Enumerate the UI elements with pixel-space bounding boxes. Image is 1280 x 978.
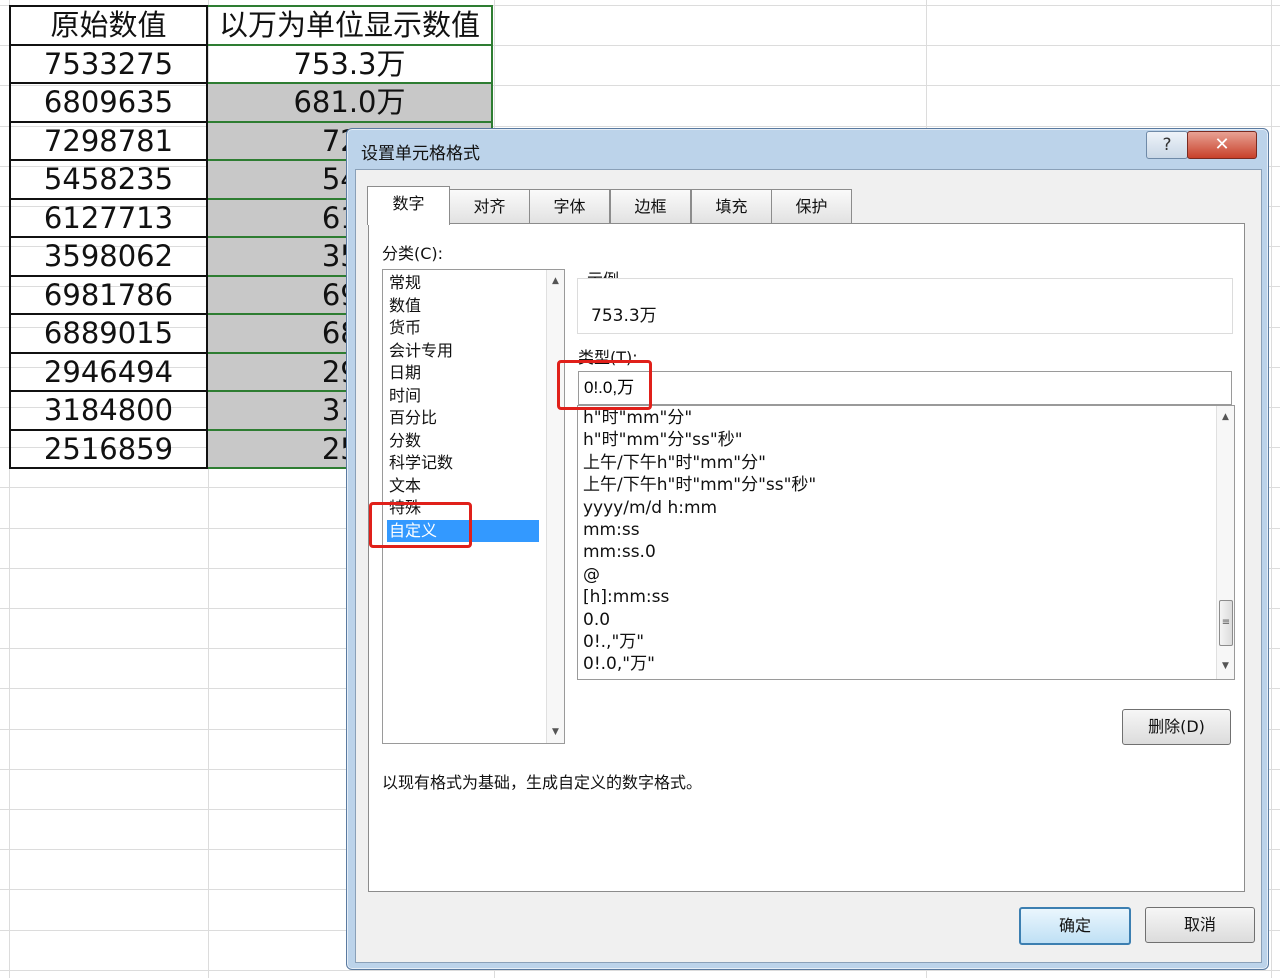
description-text: 以现有格式为基础，生成自定义的数字格式。 — [382, 773, 703, 792]
tab-alignment[interactable]: 对齐 — [449, 189, 530, 223]
format-cells-dialog: 设置单元格格式 ? ✕ 数字 对齐 字体 边框 填充 保护 分类(C): 常规数… — [346, 128, 1269, 970]
sample-value: 753.3万 — [591, 306, 657, 326]
category-item[interactable]: 百分比 — [387, 407, 539, 429]
tab-font[interactable]: 字体 — [529, 189, 610, 223]
format-item[interactable]: mm:ss — [583, 519, 640, 541]
cell-original-value[interactable]: 7533275 — [9, 43, 208, 84]
cell-original-value[interactable]: 3184800 — [9, 390, 208, 431]
category-item[interactable]: 文本 — [387, 475, 539, 497]
sample-box: 753.3万 — [577, 278, 1233, 334]
header-original-value[interactable]: 原始数值 — [9, 5, 208, 46]
cell-original-value[interactable]: 2946494 — [9, 351, 208, 392]
cancel-button[interactable]: 取消 — [1145, 907, 1255, 943]
category-item[interactable]: 分数 — [387, 430, 539, 452]
format-item[interactable]: yyyy/m/d h:mm — [583, 497, 717, 519]
category-scrollbar[interactable]: ▲ ▼ — [546, 270, 564, 743]
category-item[interactable]: 常规 — [387, 272, 539, 294]
category-item[interactable]: 日期 — [387, 362, 539, 384]
tab-border[interactable]: 边框 — [610, 189, 691, 223]
scroll-thumb[interactable]: ≡ — [1219, 600, 1233, 646]
category-item[interactable]: 数值 — [387, 295, 539, 317]
header-wan-value[interactable]: 以万为单位显示数值 — [206, 5, 493, 46]
scroll-up-icon[interactable]: ▲ — [547, 276, 564, 286]
cell-original-value[interactable]: 2516859 — [9, 428, 208, 469]
format-item[interactable]: 上午/下午h"时"mm"分" — [583, 452, 766, 474]
ok-button[interactable]: 确定 — [1019, 907, 1131, 945]
format-item[interactable]: @ — [583, 564, 600, 586]
cell-original-value[interactable]: 6809635 — [9, 82, 208, 123]
type-input[interactable] — [578, 371, 1232, 405]
delete-button[interactable]: 删除(D) — [1122, 709, 1231, 745]
close-button[interactable]: ✕ — [1187, 131, 1257, 159]
tab-panel-number: 分类(C): 常规 数值 货币 会计专用 日期 时间 百分比 分数 科学记数 文本 特殊 自定义 ▲ … — [368, 223, 1245, 892]
cell-original-value[interactable]: 6981786 — [9, 274, 208, 315]
table-row: 7533275 753.3万 — [9, 43, 493, 84]
tab-fill[interactable]: 填充 — [691, 189, 772, 223]
help-button[interactable]: ? — [1146, 131, 1188, 159]
highlight-custom-category — [369, 502, 472, 548]
category-label: 分类(C): — [382, 244, 444, 263]
scroll-up-icon[interactable]: ▲ — [1217, 412, 1234, 422]
highlight-type-input — [557, 360, 652, 410]
cell-original-value[interactable]: 3598062 — [9, 236, 208, 277]
category-item[interactable]: 会计专用 — [387, 340, 539, 362]
tab-protection[interactable]: 保护 — [771, 189, 852, 223]
format-item[interactable]: 0.0 — [583, 609, 610, 631]
dialog-title: 设置单元格格式 — [361, 144, 480, 164]
cell-wan-value[interactable]: 753.3万 — [206, 43, 493, 84]
format-item[interactable]: h"时"mm"分" — [583, 407, 692, 429]
scroll-down-icon[interactable]: ▼ — [547, 727, 564, 737]
dialog-client: 数字 对齐 字体 边框 填充 保护 分类(C): 常规 数值 货币 会计专用 日期 时间百… — [355, 169, 1262, 963]
format-item[interactable]: 0!.,"万" — [583, 631, 644, 653]
format-item[interactable]: 上午/下午h"时"mm"分"ss"秒" — [583, 474, 816, 496]
category-item[interactable]: 货币 — [387, 317, 539, 339]
dialog-titlebar[interactable]: 设置单元格格式 ? ✕ — [347, 129, 1268, 169]
format-scrollbar[interactable]: ▲ ≡ ▼ — [1216, 406, 1234, 679]
tab-number[interactable]: 数字 — [367, 186, 450, 225]
table-header-row: 原始数值 以万为单位显示数值 — [9, 5, 493, 46]
gridline — [1271, 0, 1272, 978]
format-item[interactable]: h"时"mm"分"ss"秒" — [583, 429, 743, 451]
cell-original-value[interactable]: 5458235 — [9, 159, 208, 200]
scroll-down-icon[interactable]: ▼ — [1217, 661, 1234, 671]
table-row: 6809635 681.0万 — [9, 82, 493, 123]
category-item[interactable]: 科学记数 — [387, 452, 539, 474]
format-list[interactable]: h"时"mm"分" h"时"mm"分"ss"秒" 上午/下午h"时"mm"分" 上午/… — [577, 405, 1235, 680]
format-item[interactable]: [h]:mm:ss — [583, 586, 669, 608]
cell-wan-value[interactable]: 681.0万 — [206, 82, 493, 123]
cell-original-value[interactable]: 6889015 — [9, 313, 208, 354]
cell-original-value[interactable]: 6127713 — [9, 197, 208, 238]
cell-original-value[interactable]: 7298781 — [9, 120, 208, 161]
category-item[interactable]: 时间 — [387, 385, 539, 407]
format-item[interactable]: 0!.0,"万" — [583, 653, 655, 675]
format-item[interactable]: mm:ss.0 — [583, 541, 656, 563]
